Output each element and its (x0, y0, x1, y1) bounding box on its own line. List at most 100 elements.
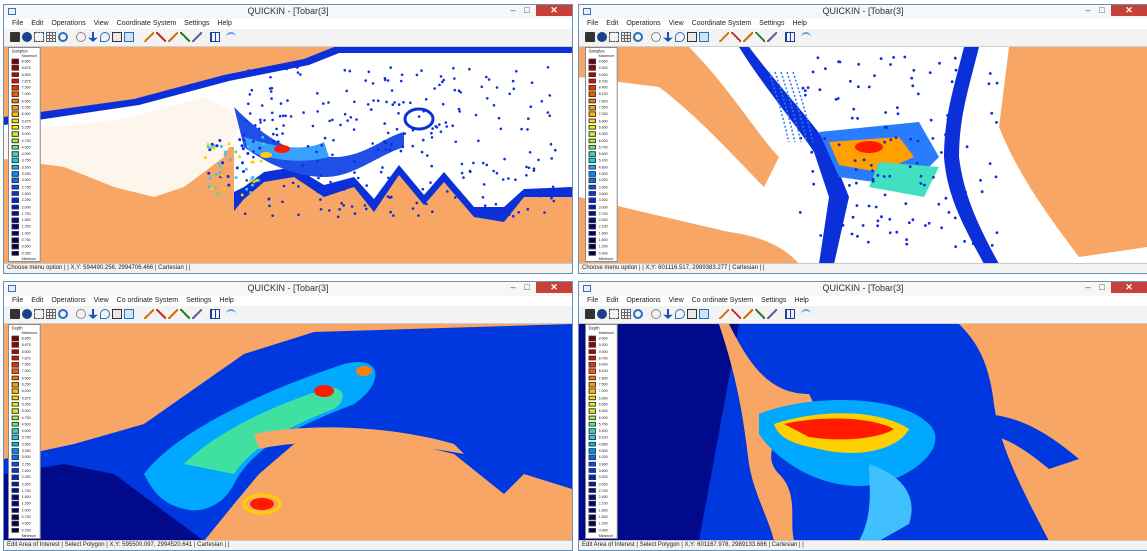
table-icon[interactable] (210, 32, 220, 42)
menu-operations[interactable]: Operations (626, 20, 660, 27)
select-box-icon[interactable] (112, 32, 122, 42)
menu-settings[interactable]: Settings (184, 20, 209, 27)
menu-help[interactable]: Help (219, 297, 233, 304)
path-icon[interactable] (767, 32, 777, 42)
print-icon[interactable] (10, 309, 20, 319)
grid-icon[interactable] (46, 309, 56, 319)
maximize-button[interactable]: □ (520, 282, 534, 293)
close-button[interactable]: ✕ (536, 5, 572, 16)
select-box-icon[interactable] (687, 309, 697, 319)
menu-view[interactable]: View (94, 20, 109, 27)
map-canvas[interactable] (4, 324, 572, 541)
zoom-extent-icon[interactable] (609, 309, 619, 319)
target-icon[interactable] (651, 309, 661, 319)
target-icon[interactable] (651, 32, 661, 42)
title-bar[interactable]: QUICKIN - [Tobar(3] – □ ✕ (579, 282, 1147, 297)
menu-edit[interactable]: Edit (606, 297, 618, 304)
map-view[interactable] (579, 47, 1147, 264)
line-tool-2-icon[interactable] (743, 309, 753, 319)
menu-coordinate-system[interactable]: Coordinate System (117, 20, 177, 27)
title-bar[interactable]: QUICKIN - [Tobar(3] – □ ✕ (4, 5, 572, 20)
close-button[interactable]: ✕ (1111, 282, 1147, 293)
close-button[interactable]: ✕ (536, 282, 572, 293)
rotate-icon[interactable] (100, 309, 110, 319)
map-view[interactable] (579, 324, 1147, 541)
wave-icon[interactable] (801, 32, 811, 42)
menu-view[interactable]: View (669, 20, 684, 27)
wave-icon[interactable] (226, 32, 236, 42)
zoom-line-icon[interactable] (755, 32, 765, 42)
target-icon[interactable] (76, 32, 86, 42)
map-canvas[interactable] (579, 47, 1147, 264)
title-bar[interactable]: QUICKIN - [Tobar(3] – □ ✕ (4, 282, 572, 297)
map-canvas[interactable] (579, 324, 1147, 541)
grid-icon[interactable] (46, 32, 56, 42)
menu-file[interactable]: File (587, 297, 598, 304)
path-icon[interactable] (192, 309, 202, 319)
menu-operations[interactable]: Operations (51, 20, 85, 27)
table-icon[interactable] (210, 309, 220, 319)
dot-icon[interactable] (597, 32, 607, 42)
close-button[interactable]: ✕ (1111, 5, 1147, 16)
anchor-icon[interactable] (663, 32, 673, 42)
edit-line-icon[interactable] (731, 32, 741, 42)
line-tool-icon[interactable] (144, 309, 154, 319)
menu-settings[interactable]: Settings (761, 297, 786, 304)
dot-icon[interactable] (22, 309, 32, 319)
grid-icon[interactable] (621, 309, 631, 319)
zoom-line-icon[interactable] (755, 309, 765, 319)
menu-file[interactable]: File (587, 20, 598, 27)
polygon-icon[interactable] (699, 309, 709, 319)
line-tool-icon[interactable] (719, 309, 729, 319)
menu-coordinate-system[interactable]: Coordinate System (692, 20, 752, 27)
menu-settings[interactable]: Settings (186, 297, 211, 304)
maximize-button[interactable]: □ (1095, 282, 1109, 293)
dot-icon[interactable] (22, 32, 32, 42)
zoom-line-icon[interactable] (180, 309, 190, 319)
print-icon[interactable] (585, 32, 595, 42)
zoom-icon[interactable] (58, 309, 68, 319)
menu-operations[interactable]: Operations (51, 297, 85, 304)
map-view[interactable] (4, 47, 572, 264)
anchor-icon[interactable] (663, 309, 673, 319)
menu-help[interactable]: Help (792, 20, 806, 27)
print-icon[interactable] (10, 32, 20, 42)
zoom-extent-icon[interactable] (34, 32, 44, 42)
map-view[interactable] (4, 324, 572, 541)
minimize-button[interactable]: – (1081, 5, 1095, 16)
zoom-extent-icon[interactable] (34, 309, 44, 319)
wave-icon[interactable] (226, 309, 236, 319)
menu-settings[interactable]: Settings (759, 20, 784, 27)
minimize-button[interactable]: – (1081, 282, 1095, 293)
table-icon[interactable] (785, 32, 795, 42)
menu-help[interactable]: Help (217, 20, 231, 27)
edit-line-icon[interactable] (156, 32, 166, 42)
edit-line-icon[interactable] (156, 309, 166, 319)
rotate-icon[interactable] (100, 32, 110, 42)
title-bar[interactable]: QUICKIN - [Tobar(3] – □ ✕ (579, 5, 1147, 20)
menu-edit[interactable]: Edit (606, 20, 618, 27)
rotate-icon[interactable] (675, 32, 685, 42)
grid-icon[interactable] (621, 32, 631, 42)
menu-co-ordinate-system[interactable]: Co ordinate System (117, 297, 178, 304)
menu-file[interactable]: File (12, 20, 23, 27)
line-tool-icon[interactable] (719, 32, 729, 42)
map-canvas[interactable] (4, 47, 572, 264)
select-box-icon[interactable] (687, 32, 697, 42)
menu-operations[interactable]: Operations (626, 297, 660, 304)
zoom-icon[interactable] (58, 32, 68, 42)
anchor-icon[interactable] (88, 32, 98, 42)
edit-line-icon[interactable] (731, 309, 741, 319)
table-icon[interactable] (785, 309, 795, 319)
menu-view[interactable]: View (669, 297, 684, 304)
wave-icon[interactable] (801, 309, 811, 319)
line-tool-2-icon[interactable] (743, 32, 753, 42)
menu-file[interactable]: File (12, 297, 23, 304)
minimize-button[interactable]: – (506, 282, 520, 293)
zoom-icon[interactable] (633, 32, 643, 42)
polygon-icon[interactable] (124, 309, 134, 319)
zoom-icon[interactable] (633, 309, 643, 319)
print-icon[interactable] (585, 309, 595, 319)
target-icon[interactable] (76, 309, 86, 319)
zoom-line-icon[interactable] (180, 32, 190, 42)
